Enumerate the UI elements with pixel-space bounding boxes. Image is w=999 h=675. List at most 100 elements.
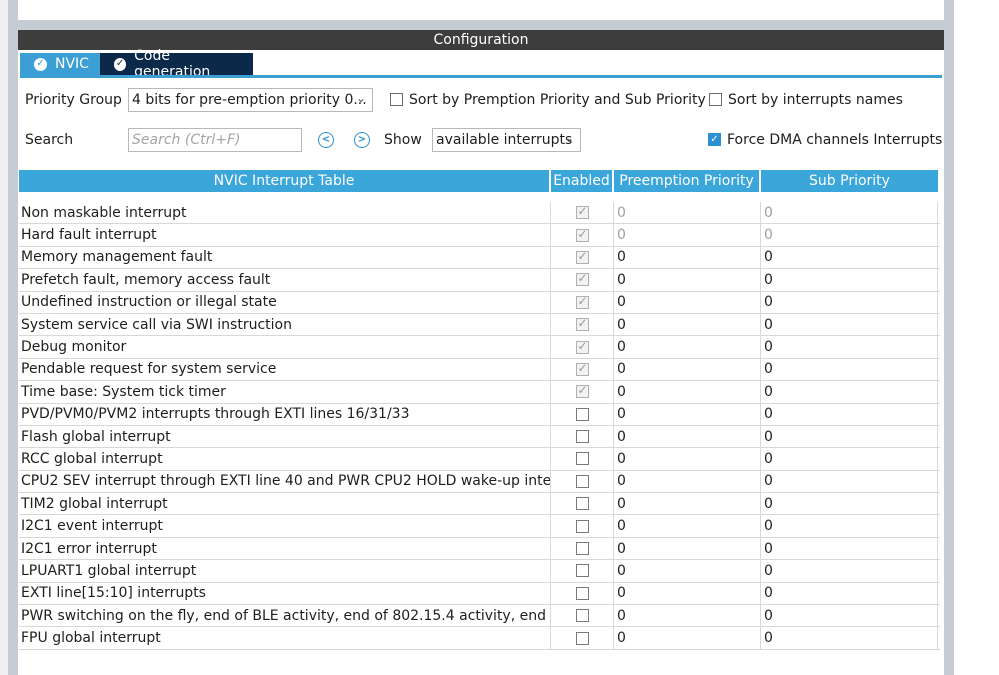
enabled-cell <box>551 605 614 627</box>
table-row[interactable]: CPU2 SEV interrupt through EXTI line 40 … <box>19 470 940 494</box>
enabled-checkbox <box>575 361 589 376</box>
interrupt-name: EXTI line[15:10] interrupts <box>19 582 551 605</box>
column-header-name[interactable]: NVIC Interrupt Table <box>19 170 551 192</box>
table-row[interactable]: TIM2 global interrupt 0 0 <box>19 493 940 516</box>
configuration-panel: Configuration ✓ NVIC ✓ Code generation P… <box>18 30 944 675</box>
column-header-preemption[interactable]: Preemption Priority <box>614 170 761 192</box>
enabled-checkbox[interactable] <box>575 430 589 444</box>
table-row[interactable]: Hard fault interrupt 00 <box>19 224 940 247</box>
enabled-checkbox[interactable] <box>575 542 589 556</box>
interrupt-name: PWR switching on the fly, end of BLE act… <box>19 605 551 627</box>
enabled-cell <box>551 246 614 269</box>
table-row[interactable]: FPU global interrupt 0 0 <box>19 627 940 650</box>
preemption-priority-cell[interactable]: 0 <box>614 291 761 313</box>
enabled-checkbox <box>575 249 589 264</box>
preemption-priority-cell[interactable]: 0 <box>614 605 761 627</box>
enabled-cell <box>551 291 614 313</box>
preemption-priority-cell[interactable]: 0 <box>614 269 761 291</box>
tab-nvic[interactable]: ✓ NVIC <box>20 53 100 75</box>
window-left-border <box>8 0 18 675</box>
table-row[interactable]: Flash global interrupt 0 0 <box>19 425 940 449</box>
table-row[interactable]: RCC global interrupt 0 0 <box>19 448 940 471</box>
force-dma-checkbox[interactable]: ✓ <box>708 133 721 146</box>
sub-priority-cell[interactable]: 0 <box>761 246 938 269</box>
enabled-checkbox[interactable] <box>575 631 589 645</box>
sub-priority-cell[interactable]: 0 <box>761 470 938 493</box>
table-row[interactable]: System service call via SWI instruction 0… <box>19 313 940 337</box>
enabled-checkbox[interactable] <box>575 609 589 623</box>
enabled-checkbox[interactable] <box>575 519 589 533</box>
enabled-cell <box>551 448 614 470</box>
sub-priority-cell[interactable]: 0 <box>761 425 938 448</box>
sub-priority-cell[interactable]: 0 <box>761 493 938 515</box>
preemption-priority-cell[interactable]: 0 <box>614 246 761 269</box>
sub-priority-cell[interactable]: 0 <box>761 291 938 313</box>
enabled-checkbox <box>575 204 589 220</box>
enabled-checkbox[interactable] <box>575 474 589 488</box>
search-input[interactable] <box>128 128 302 152</box>
check-circle-icon: ✓ <box>34 57 47 71</box>
panel-splitter[interactable] <box>8 20 954 30</box>
preemption-priority-cell[interactable]: 0 <box>614 493 761 515</box>
sub-priority-cell[interactable]: 0 <box>761 403 938 425</box>
table-row[interactable]: Memory management fault 00 <box>19 246 940 270</box>
table-row[interactable]: I2C1 event interrupt 0 0 <box>19 515 940 538</box>
enabled-checkbox[interactable] <box>575 452 589 466</box>
preemption-priority-cell[interactable]: 0 <box>614 358 761 381</box>
table-row[interactable]: Pendable request for system service 00 <box>19 358 940 382</box>
preemption-priority-cell[interactable]: 0 <box>614 627 761 649</box>
sub-priority-cell[interactable]: 0 <box>761 582 938 605</box>
sub-priority-cell[interactable]: 0 <box>761 313 938 336</box>
search-next-icon[interactable]: > <box>354 132 370 148</box>
table-row[interactable]: Time base: System tick timer 00 <box>19 381 940 404</box>
enabled-checkbox[interactable] <box>575 407 589 421</box>
preemption-priority-cell[interactable]: 0 <box>614 381 761 403</box>
preemption-priority-cell[interactable]: 0 <box>614 515 761 537</box>
enabled-checkbox[interactable] <box>575 586 589 600</box>
table-row[interactable]: Prefetch fault, memory access fault 00 <box>19 269 940 292</box>
sub-priority-cell[interactable]: 0 <box>761 448 938 470</box>
sub-priority-cell[interactable]: 0 <box>761 537 938 560</box>
table-row[interactable]: Debug monitor 00 <box>19 336 940 359</box>
sub-priority-cell[interactable]: 0 <box>761 605 938 627</box>
sub-priority-cell[interactable]: 0 <box>761 515 938 537</box>
table-row[interactable]: LPUART1 global interrupt 0 0 <box>19 560 940 583</box>
sub-priority-cell[interactable]: 0 <box>761 358 938 381</box>
sub-priority-cell[interactable]: 0 <box>761 560 938 582</box>
search-previous-icon[interactable]: < <box>318 132 334 148</box>
preemption-priority-cell[interactable]: 0 <box>614 313 761 336</box>
priority-group-select[interactable]: 4 bits for pre-emption priority 0... ⌄ <box>128 88 373 112</box>
column-header-sub-priority[interactable]: Sub Priority <box>761 170 938 192</box>
table-row[interactable]: EXTI line[15:10] interrupts 0 0 <box>19 582 940 606</box>
show-filter-select[interactable]: available interrupts ⌄ <box>432 128 581 152</box>
sub-priority-cell[interactable]: 0 <box>761 336 938 358</box>
table-row[interactable]: I2C1 error interrupt 0 0 <box>19 537 940 561</box>
preemption-priority-cell[interactable]: 0 <box>614 448 761 470</box>
enabled-checkbox[interactable] <box>575 497 589 511</box>
sort-names-label: Sort by interrupts names <box>728 92 903 108</box>
table-row[interactable]: Undefined instruction or illegal state 00 <box>19 291 940 314</box>
nvic-table-body: Non maskable interrupt00Hard fault inter… <box>19 202 940 650</box>
table-row[interactable]: PWR switching on the fly, end of BLE act… <box>19 605 940 628</box>
preemption-priority-cell[interactable]: 0 <box>614 470 761 493</box>
column-header-enabled[interactable]: Enabled <box>551 170 614 192</box>
chevron-down-icon: ⌄ <box>355 91 366 105</box>
preemption-priority-cell[interactable]: 0 <box>614 582 761 605</box>
table-row[interactable]: PVD/PVM0/PVM2 interrupts through EXTI li… <box>19 403 940 426</box>
preemption-priority-cell[interactable]: 0 <box>614 537 761 560</box>
enabled-checkbox[interactable] <box>575 564 589 578</box>
enabled-cell <box>551 403 614 425</box>
preemption-priority-cell[interactable]: 0 <box>614 336 761 358</box>
sub-priority-cell[interactable]: 0 <box>761 381 938 403</box>
table-row[interactable]: Non maskable interrupt 00 <box>19 202 940 225</box>
sort-premption-checkbox[interactable] <box>390 93 403 106</box>
sort-names-checkbox[interactable] <box>709 93 722 106</box>
preemption-priority-cell[interactable]: 0 <box>614 425 761 448</box>
enabled-cell <box>551 381 614 403</box>
sub-priority-cell[interactable]: 0 <box>761 627 938 649</box>
sub-priority-cell[interactable]: 0 <box>761 269 938 291</box>
preemption-priority-cell[interactable]: 0 <box>614 403 761 425</box>
tab-code-generation[interactable]: ✓ Code generation <box>100 48 253 80</box>
enabled-checkbox <box>575 271 589 287</box>
preemption-priority-cell[interactable]: 0 <box>614 560 761 582</box>
